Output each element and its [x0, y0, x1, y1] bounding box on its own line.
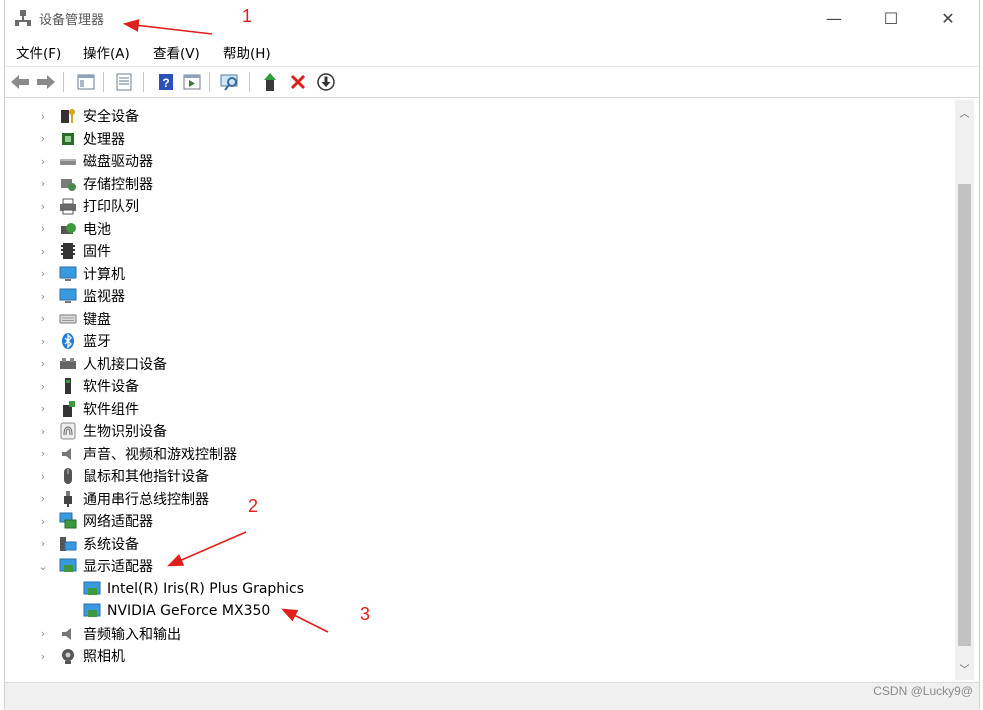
- annotation-arrow: [122, 19, 213, 35]
- annotation-arrow: [167, 531, 247, 567]
- annotation-arrows: [122, 19, 329, 633]
- annotation-arrow: [281, 608, 329, 633]
